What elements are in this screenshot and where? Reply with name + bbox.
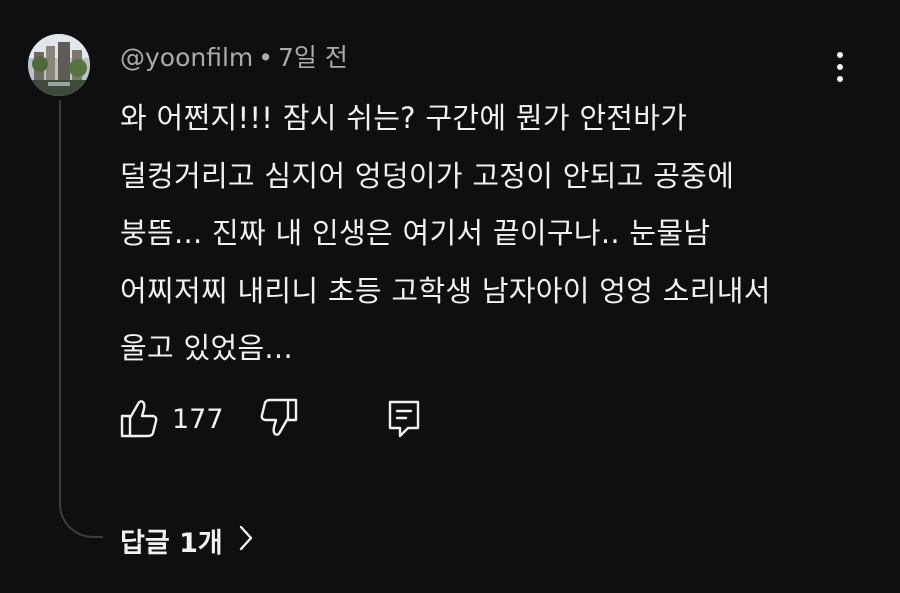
like-button[interactable]: 177: [120, 398, 230, 442]
thumbs-up-icon: [120, 400, 158, 438]
comment-line: 와 어쩐지!!! 잠시 쉬는? 구간에 뭔가 안전바가: [120, 101, 688, 135]
replies-label: 답글 1개: [120, 527, 223, 559]
dislike-button[interactable]: [260, 398, 304, 442]
avatar[interactable]: [28, 34, 90, 96]
comment-line: 어찌저찌 내리니 초등 고학생 남자아이 엉엉 소리내서: [120, 273, 771, 308]
reply-comment-icon: [388, 400, 420, 438]
separator-dot: •: [258, 43, 274, 72]
avatar-image: [28, 34, 90, 96]
comment-line: 덜컹거리고 심지어 엉덩이가 고정이 안되고 공중에: [120, 158, 735, 193]
view-replies-button[interactable]: 답글 1개: [120, 520, 253, 560]
comment-line: 울고 있었음...: [120, 331, 293, 365]
reply-button[interactable]: [386, 398, 430, 442]
comment-line: 붕뜸... 진짜 내 인생은 여기서 끝이구나.. 눈물남: [120, 216, 711, 250]
chevron-right-icon: [239, 525, 253, 555]
more-options-button[interactable]: [822, 44, 858, 88]
thumbs-down-icon: [260, 398, 298, 436]
like-count: 177: [172, 404, 224, 435]
comment-header: @yoonfilm • 7일 전: [120, 40, 348, 76]
thread-line: [59, 100, 103, 538]
author-handle[interactable]: @yoonfilm: [120, 43, 253, 72]
comment-timestamp[interactable]: 7일 전: [278, 43, 348, 72]
comment-text: 와 어쩐지!!! 잠시 쉬는? 구간에 뭔가 안전바가 덜컹거리고 심지어 엉덩…: [120, 90, 840, 378]
